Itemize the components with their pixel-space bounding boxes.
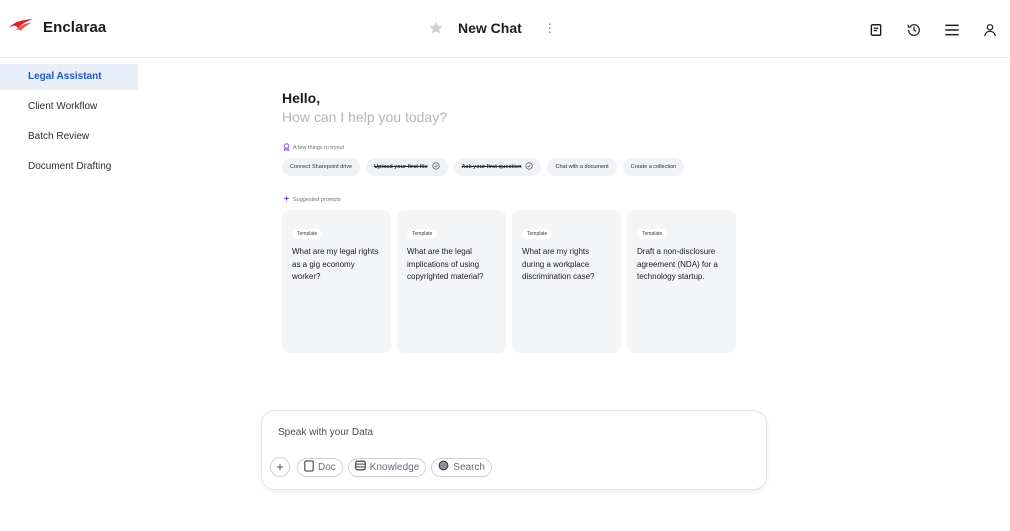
- prompt-card-text: What are my legal rights as a gig econom…: [292, 247, 379, 281]
- suggested-prompts-label: Suggested prompts: [283, 195, 341, 204]
- prompt-cards: Template What are my legal rights as a g…: [282, 210, 736, 353]
- template-badge: Template: [522, 229, 553, 239]
- chat-input[interactable]: [278, 427, 748, 438]
- knowledge-button[interactable]: Knowledge: [347, 457, 427, 477]
- chat-title[interactable]: New Chat: [458, 20, 522, 36]
- greeting-subtitle: How can I help you today?: [282, 109, 447, 125]
- star-icon[interactable]: [428, 20, 444, 36]
- tips-label-text: A few things to tryout: [293, 145, 345, 151]
- prompt-card-text: What are my rights during a workplace di…: [522, 247, 595, 281]
- menu-icon[interactable]: [942, 20, 962, 40]
- database-icon: [355, 460, 366, 474]
- search-button-label: Search: [453, 461, 485, 473]
- document-icon: [304, 460, 314, 475]
- sidebar-item-legal-assistant[interactable]: Legal Assistant: [0, 64, 138, 90]
- chip-label: Upload your first file: [374, 164, 428, 170]
- chat-title-area: New Chat ⋮: [428, 20, 556, 36]
- sidebar: Legal Assistant Client Workflow Batch Re…: [0, 64, 138, 184]
- sidebar-item-client-workflow[interactable]: Client Workflow: [0, 94, 138, 120]
- prompt-card[interactable]: Template What are my legal rights as a g…: [282, 210, 391, 353]
- search-button[interactable]: Search: [431, 457, 492, 477]
- logo-icon: [8, 18, 34, 37]
- history-icon[interactable]: [904, 20, 924, 40]
- chip-label: Ask your first question: [461, 164, 522, 170]
- knowledge-button-label: Knowledge: [369, 461, 420, 473]
- tips-label: A few things to tryout: [283, 143, 344, 153]
- chip-label: Chat with a document: [555, 164, 609, 170]
- more-options-icon[interactable]: ⋮: [544, 21, 556, 35]
- chip-chat-with-document[interactable]: Chat with a document: [547, 158, 617, 176]
- sidebar-item-batch-review[interactable]: Batch Review: [0, 124, 138, 150]
- chip-upload-first-file[interactable]: Upload your first file: [366, 158, 448, 176]
- greeting-hello: Hello,: [282, 90, 321, 106]
- doc-button[interactable]: Doc: [297, 457, 343, 477]
- brand[interactable]: Enclaraa: [8, 18, 106, 37]
- top-bar: Enclaraa New Chat ⋮: [0, 0, 1010, 58]
- prompt-card[interactable]: Template What are my rights during a wor…: [512, 210, 621, 353]
- user-icon[interactable]: [980, 20, 1000, 40]
- globe-icon: [438, 460, 449, 474]
- chip-create-collection[interactable]: Create a collection: [622, 158, 685, 176]
- tips-chips: Connect Sharepoint drive Upload your fir…: [282, 158, 685, 176]
- chat-composer: + Doc Knowledge Search: [261, 410, 767, 490]
- template-badge: Template: [637, 229, 668, 239]
- greeting: Hello, How can I help you today?: [282, 90, 447, 125]
- award-icon: [283, 143, 290, 153]
- chip-connect-sharepoint[interactable]: Connect Sharepoint drive: [282, 158, 361, 176]
- prompt-card[interactable]: Template What are the legal implications…: [397, 210, 506, 353]
- add-attachment-button[interactable]: +: [270, 457, 290, 477]
- check-circle-icon: [431, 162, 440, 172]
- sparkle-icon: [283, 195, 290, 204]
- prompt-card-text: Draft a non-disclosure agreement (NDA) f…: [637, 247, 718, 281]
- template-badge: Template: [292, 229, 323, 239]
- template-badge: Template: [407, 229, 438, 239]
- prompt-card[interactable]: Template Draft a non-disclosure agreemen…: [627, 210, 736, 353]
- doc-button-label: Doc: [318, 461, 336, 473]
- chip-ask-first-question[interactable]: Ask your first question: [453, 158, 542, 176]
- check-circle-icon: [525, 162, 534, 172]
- suggested-prompts-label-text: Suggested prompts: [293, 196, 341, 203]
- prompt-card-text: What are the legal implications of using…: [407, 247, 484, 281]
- sidebar-item-document-drafting[interactable]: Document Drafting: [0, 154, 138, 180]
- notes-icon[interactable]: [866, 20, 886, 40]
- brand-name: Enclaraa: [43, 19, 107, 36]
- chip-label: Connect Sharepoint drive: [290, 164, 353, 170]
- chip-label: Create a collection: [630, 164, 677, 170]
- composer-tools: + Doc Knowledge Search: [270, 457, 492, 477]
